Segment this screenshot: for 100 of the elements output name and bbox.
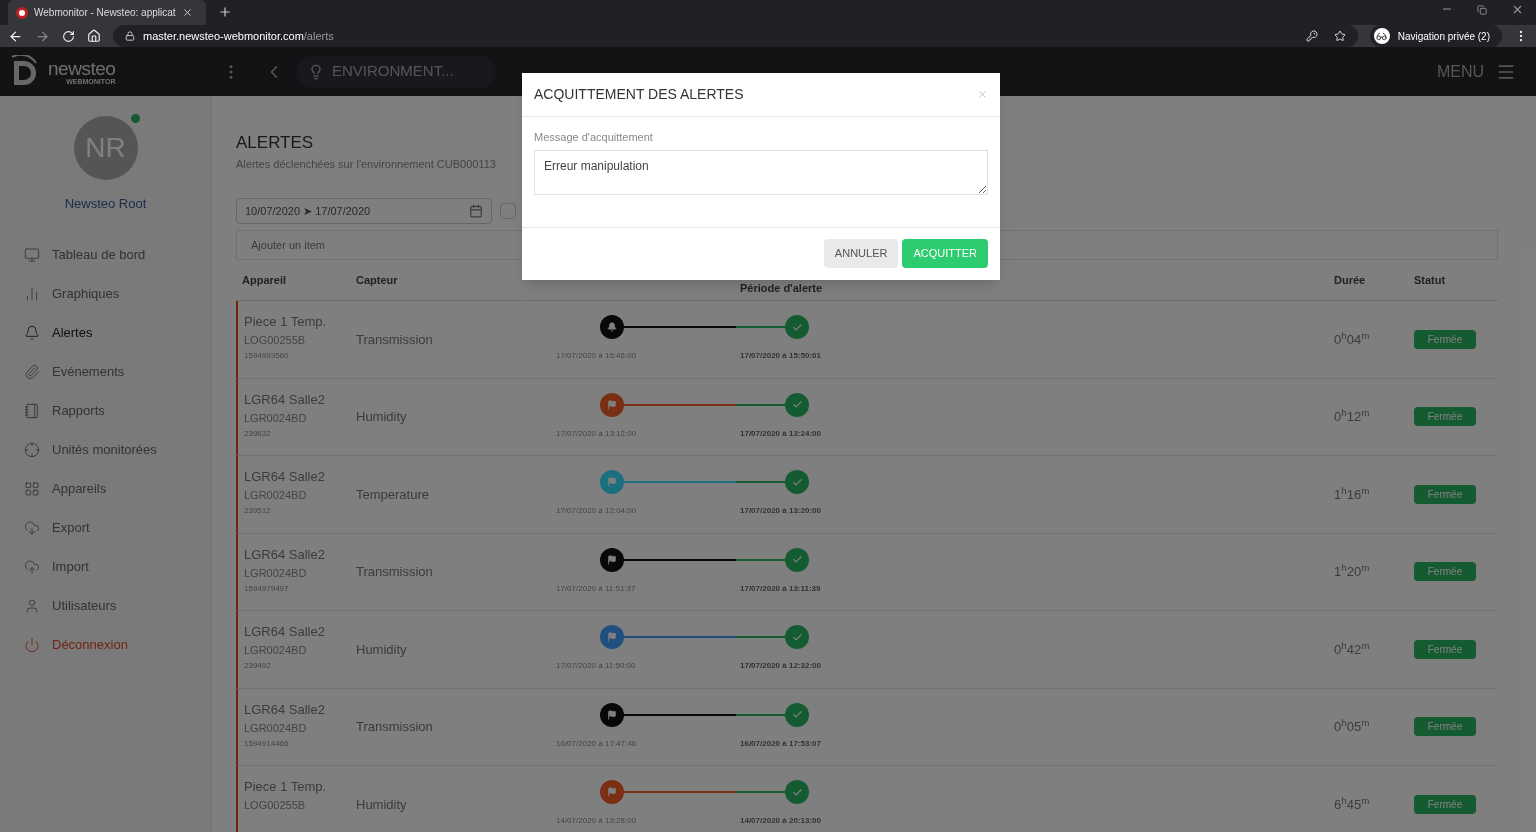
user-name[interactable]: Newsteo Root (64, 194, 147, 214)
key-icon[interactable] (1305, 30, 1318, 42)
status-badge: Fermée (1414, 717, 1476, 737)
field-label: Message d'acquittement (534, 130, 654, 145)
cancel-button[interactable]: ANNULER (823, 239, 899, 268)
alert-duration: 0$^{h}$42$^{m}$ (1334, 639, 1370, 659)
check-icon (791, 631, 803, 643)
sidebar-item[interactable]: Déconnexion (0, 625, 211, 665)
sidebar-item[interactable]: Import (0, 547, 211, 587)
address-bar[interactable]: master.newsteo-webmonitor.com/alerts (113, 25, 1358, 47)
flag-icon (607, 554, 617, 565)
device-name: Piece 1 Temp. (244, 778, 328, 796)
modal-title: ACQUITTEMENT DES ALERTES (534, 85, 745, 104)
sidebar-item[interactable]: Export (0, 508, 211, 548)
export-icon (24, 520, 40, 536)
check-icon (791, 709, 803, 720)
status-badge: Fermée (1414, 329, 1476, 349)
restore-icon[interactable] (1477, 5, 1487, 15)
check-icon (791, 786, 803, 798)
home-icon[interactable] (87, 29, 101, 43)
back-icon[interactable] (8, 28, 23, 44)
sensor-name: Temperature (356, 485, 429, 504)
browser-tab[interactable]: Webmonitor - Newsteo: applicat (8, 0, 206, 25)
check-icon (791, 399, 803, 410)
alert-duration: 0$^{h}$12$^{m}$ (1334, 407, 1370, 426)
new-tab-icon[interactable] (218, 5, 232, 19)
sensor-name: Transmission (356, 563, 433, 581)
alert-duration: 0$^{h}$04$^{m}$ (1334, 329, 1370, 349)
environment-selector[interactable]: ENVIRONMENT... (296, 55, 496, 88)
sidebar-item[interactable]: Evénements (0, 352, 211, 392)
sidebar-item[interactable]: Rapports (0, 391, 211, 431)
url-path: /alerts (303, 29, 334, 42)
alert-end-time: 17/07/2020 à 13:20:00 (740, 505, 821, 517)
device-name: Piece 1 Temp. (244, 313, 328, 331)
check-icon (791, 321, 803, 333)
sidebar-item[interactable]: Utilisateurs (0, 586, 211, 626)
import-icon (24, 559, 40, 575)
favicon-icon (16, 6, 28, 19)
device-id: LGR0024BD (244, 410, 308, 426)
alert-end-time: 17/07/2020 à 13:24:00 (740, 427, 821, 440)
close-icon[interactable] (181, 7, 193, 18)
charts-icon (24, 286, 40, 302)
acknowledge-button[interactable]: ACQUITTER (902, 239, 988, 268)
profile-chip[interactable]: Navigation privée (2) (1369, 25, 1502, 47)
sidebar-item[interactable]: Appareils (0, 469, 211, 509)
alert-end-time: 17/07/2020 à 13:11:39 (740, 582, 821, 595)
lock-icon (125, 31, 135, 41)
reload-icon[interactable] (62, 29, 75, 43)
incognito-icon (1373, 28, 1390, 44)
sensor-name: Humidity (356, 640, 407, 659)
device-id: LGR0024BD (244, 643, 308, 658)
device-name: LGR64 Salle2 (244, 700, 326, 719)
device-id: LGR0024BD (244, 488, 308, 503)
alert-end-time: 17/07/2020 à 12:32:00 (740, 660, 821, 672)
alert-end-time: 16/07/2020 à 17:53:07 (740, 737, 821, 750)
device-id: LOG00255B (244, 798, 307, 813)
check-icon (791, 554, 803, 565)
close-window-icon[interactable] (1511, 3, 1524, 16)
device-name: LGR64 Salle2 (244, 623, 326, 641)
sensor-name: Transmission (356, 330, 433, 349)
status-badge: Fermée (1414, 794, 1476, 814)
flag-icon (607, 709, 617, 720)
sidebar-item[interactable]: Alertes (0, 313, 211, 353)
lightbulb-icon (308, 63, 324, 80)
message-field[interactable]: Erreur manipulation (534, 149, 988, 195)
checkbox[interactable] (500, 203, 516, 219)
bell-icon (607, 322, 617, 332)
device-name: LGR64 Salle2 (244, 390, 326, 409)
page-title: ALERTES (236, 132, 314, 154)
flag-icon (607, 787, 617, 797)
status-badge: Fermée (1414, 562, 1476, 582)
tab-title: Webmonitor - Newsteo: applicat (34, 6, 176, 20)
star-icon[interactable] (1333, 30, 1346, 42)
sidebar-item[interactable]: Graphiques (0, 274, 211, 314)
sensor-name: Transmission (356, 718, 433, 736)
sidebar-item[interactable]: Unités monitorées (0, 430, 211, 470)
sensor-name: Humidity (356, 408, 407, 426)
column-header: Capteur (356, 272, 399, 288)
flag-icon (607, 399, 617, 410)
column-header: Statut (1414, 272, 1447, 288)
forward-icon[interactable] (35, 28, 50, 44)
alert-end-time: 17/07/2020 à 15:50:01 (740, 350, 821, 362)
url-host: master.newsteo-webmonitor.com (143, 29, 304, 42)
alert-duration: 1$^{h}$20$^{m}$ (1334, 562, 1370, 581)
device-id: LOG00255B (244, 333, 307, 348)
sensor-name: Humidity (356, 795, 407, 814)
sidebar-item[interactable]: Tableau de bord (0, 235, 211, 275)
status-badge: Fermée (1414, 639, 1476, 659)
menu-label[interactable]: MENU (1436, 59, 1484, 84)
power-icon (24, 637, 40, 653)
device-name: LGR64 Salle2 (244, 468, 326, 486)
device-id: LGR0024BD (244, 720, 308, 736)
logo-text: newsteo (48, 58, 116, 78)
check-icon (791, 476, 803, 488)
date-range-field[interactable]: 10/07/2020 ➤ 17/07/2020 (236, 198, 492, 224)
alert-duration: 1$^{h}$16$^{m}$ (1334, 484, 1370, 504)
column-header: Appareil (241, 272, 287, 288)
alert-duration: 6$^{h}$45$^{m}$ (1334, 794, 1370, 814)
column-header: Durée (1334, 272, 1367, 288)
device-name: LGR64 Salle2 (244, 545, 326, 564)
